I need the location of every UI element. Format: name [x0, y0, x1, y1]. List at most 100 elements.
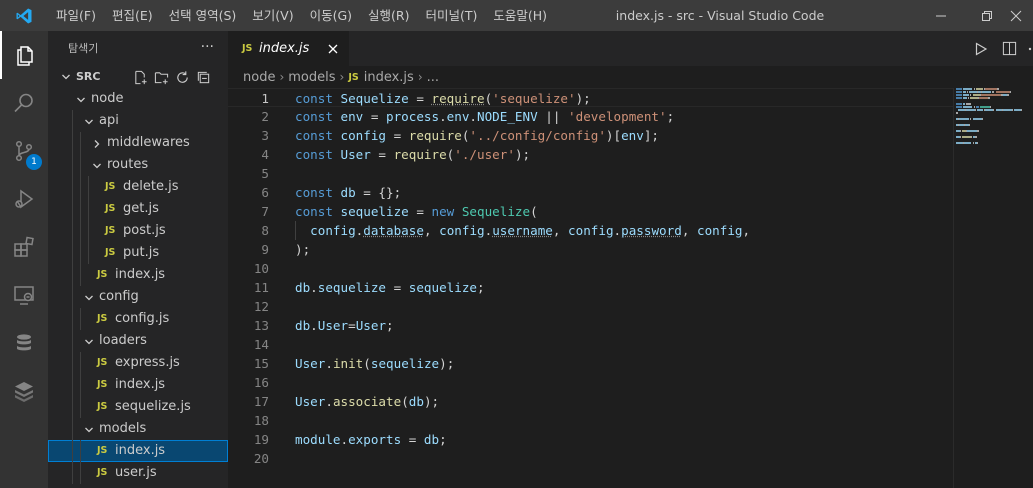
- folder-header[interactable]: SRC: [48, 66, 228, 88]
- indent-guide: [72, 132, 73, 154]
- js-file-icon: JS: [97, 313, 108, 324]
- menu-item[interactable]: 이동(G): [302, 0, 360, 31]
- menu-item[interactable]: 실행(R): [360, 0, 417, 31]
- code-line: 6 const db = {};: [228, 183, 953, 202]
- more-actions-icon[interactable]: ···: [201, 31, 214, 64]
- tree-file[interactable]: JS put.js: [48, 242, 228, 264]
- remote-explorer-icon[interactable]: [0, 271, 48, 319]
- window-title: index.js - src - Visual Studio Code: [615, 8, 825, 23]
- line-number: 3: [261, 128, 269, 143]
- extensions-icon[interactable]: [0, 223, 48, 271]
- code-token: const: [295, 128, 341, 143]
- menu-item[interactable]: 도움말(H): [485, 0, 555, 31]
- tree-folder[interactable]: loaders: [48, 330, 228, 352]
- code-token: ||: [537, 109, 569, 124]
- tree-file[interactable]: JS post.js: [48, 220, 228, 242]
- indent-guide: [72, 462, 73, 484]
- new-file-icon[interactable]: [132, 69, 148, 85]
- indent-guide: [72, 440, 73, 462]
- source-control-icon[interactable]: 1: [0, 127, 48, 175]
- code-token: ];: [643, 128, 659, 143]
- code-token: sequelize: [317, 280, 387, 295]
- run-debug-icon[interactable]: [0, 175, 48, 223]
- minimap-mark: [981, 94, 1002, 96]
- refresh-icon[interactable]: [174, 69, 190, 85]
- close-window-button[interactable]: [1010, 0, 1033, 31]
- database-icon[interactable]: [0, 319, 48, 367]
- breadcrumb-item-models[interactable]: models: [288, 70, 335, 85]
- tab-label: index.js: [259, 41, 310, 56]
- minimap-mark: [976, 130, 980, 132]
- tree-file[interactable]: JS user.js: [48, 462, 228, 484]
- tree-folder[interactable]: config: [48, 286, 228, 308]
- code-editor[interactable]: 1 const Sequelize = require('sequelize');…: [228, 88, 953, 488]
- line-number: 18: [253, 413, 269, 428]
- source-control-badge: 1: [26, 154, 42, 170]
- tree-file[interactable]: JS express.js: [48, 352, 228, 374]
- explorer-icon[interactable]: [0, 31, 48, 79]
- tree-file[interactable]: JS index.js: [48, 440, 228, 462]
- vscode-logo-icon: [0, 0, 48, 31]
- breadcrumb-item-node[interactable]: node: [243, 70, 275, 85]
- minimap-mark: [996, 88, 999, 90]
- tree-folder[interactable]: routes: [48, 154, 228, 176]
- minimap-mark: [970, 118, 972, 120]
- code-token: sequelize: [408, 280, 478, 295]
- minimap-mark: [972, 94, 981, 96]
- code-token: .: [310, 318, 318, 333]
- docker-icon[interactable]: [0, 367, 48, 415]
- restore-button[interactable]: [964, 0, 1010, 31]
- code-token: .: [310, 280, 318, 295]
- more-editor-actions-icon[interactable]: [1027, 31, 1033, 66]
- tree-file[interactable]: JS delete.js: [48, 176, 228, 198]
- new-folder-icon[interactable]: [153, 69, 169, 85]
- menu-item[interactable]: 터미널(T): [418, 0, 486, 31]
- code-token: config: [696, 223, 743, 238]
- tree-folder[interactable]: api: [48, 110, 228, 132]
- minimize-button[interactable]: [918, 0, 964, 31]
- indent-guide: [72, 220, 73, 242]
- close-tab-icon[interactable]: [325, 41, 341, 57]
- menu-item[interactable]: 파일(F): [48, 0, 104, 31]
- code-token: User: [355, 318, 387, 333]
- line-number: 6: [261, 185, 269, 200]
- indent-guide: [80, 132, 81, 154]
- minimap-mark: [972, 142, 974, 144]
- minimap-mark: [970, 97, 978, 99]
- code-token: config: [439, 223, 485, 238]
- line-number: 14: [253, 337, 269, 352]
- menu-item[interactable]: 편집(E): [104, 0, 161, 31]
- indent-guide: [72, 330, 73, 352]
- tree-file[interactable]: JS config.js: [48, 308, 228, 330]
- split-editor-icon[interactable]: [1002, 31, 1017, 66]
- search-icon[interactable]: [0, 79, 48, 127]
- code-token: (: [530, 204, 538, 219]
- code-token: NODE_ENV: [477, 109, 538, 124]
- run-file-icon[interactable]: [974, 31, 988, 66]
- code-token: ,: [423, 223, 440, 238]
- indent-guide: [88, 220, 89, 242]
- tree-file[interactable]: JS index.js: [48, 374, 228, 396]
- folder-title: SRC: [76, 70, 101, 83]
- minimap[interactable]: [956, 88, 1033, 488]
- tree-folder[interactable]: node: [48, 88, 228, 110]
- breadcrumb-item-file[interactable]: index.js: [364, 70, 414, 85]
- tree-folder[interactable]: models: [48, 418, 228, 440]
- line-number: 20: [253, 451, 269, 466]
- menu-item[interactable]: 보기(V): [244, 0, 301, 31]
- code-line: 3 const config = require('../config/confi…: [228, 126, 953, 145]
- minimap-mark: [990, 106, 992, 108]
- tree-file[interactable]: JS sequelize.js: [48, 396, 228, 418]
- tab-index-js[interactable]: JS index.js: [228, 31, 349, 66]
- collapse-all-icon[interactable]: [195, 69, 211, 85]
- tree-file[interactable]: JS get.js: [48, 198, 228, 220]
- line-number: 1: [261, 91, 269, 106]
- breadcrumb-item-symbols[interactable]: ...: [427, 70, 439, 85]
- code-token: =: [401, 432, 424, 447]
- code-token: db: [423, 432, 440, 447]
- tree-folder[interactable]: middlewares: [48, 132, 228, 154]
- indent-guide: [80, 440, 81, 462]
- menu-item[interactable]: 선택 영역(S): [161, 0, 245, 31]
- tree-file[interactable]: JS index.js: [48, 264, 228, 286]
- minimap-mark: [958, 109, 965, 111]
